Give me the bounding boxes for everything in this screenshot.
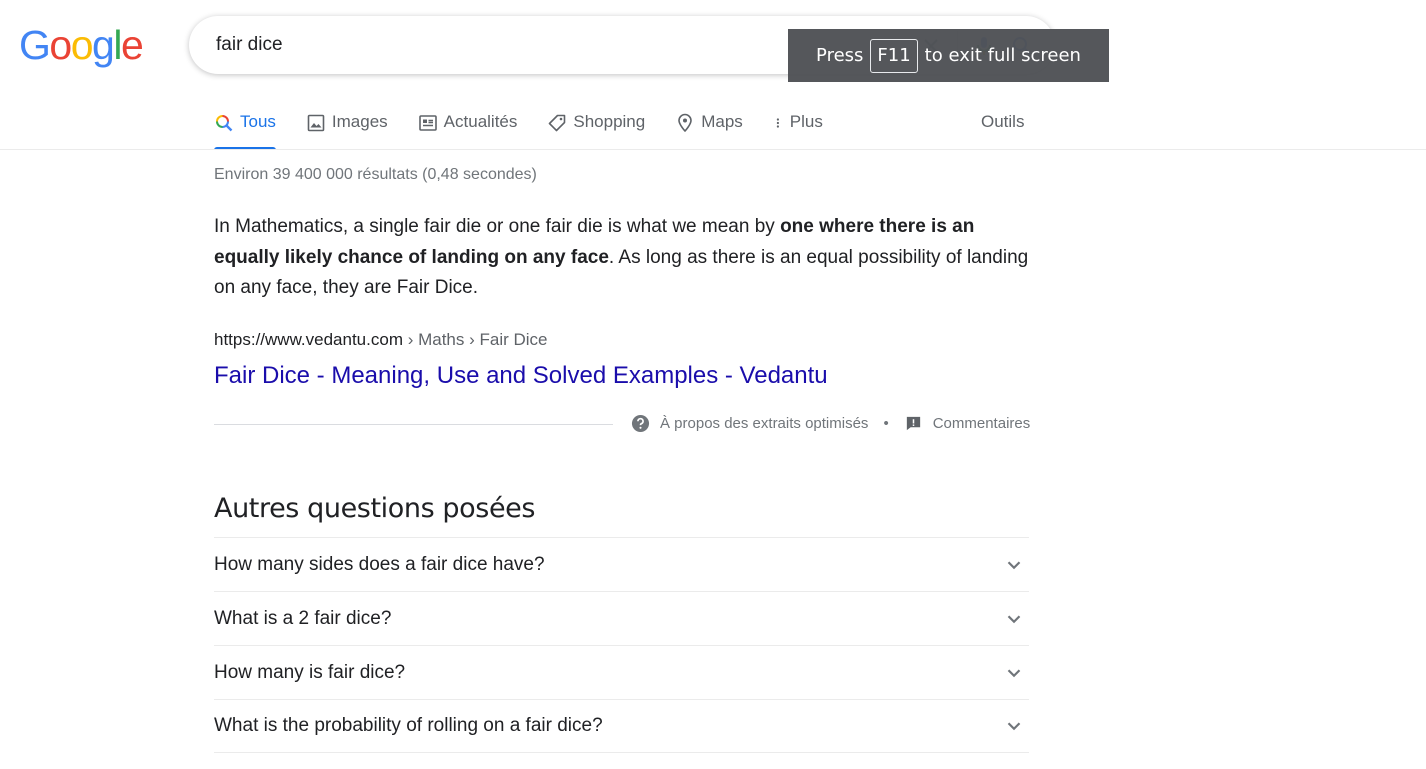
chevron-down-icon: [1007, 668, 1021, 677]
paa-question-text: What is a 2 fair dice?: [214, 607, 392, 629]
logo-letter: o: [70, 22, 94, 68]
featured-snippet-text: In Mathematics, a single fair die or one…: [214, 212, 1029, 304]
fullscreen-notice: Press F11 to exit full screen: [788, 29, 1109, 82]
tab-images[interactable]: Images: [306, 100, 388, 150]
result-citation[interactable]: https://www.vedantu.com › Maths › Fair D…: [214, 330, 548, 350]
help-icon: [631, 414, 650, 433]
tab-more[interactable]: Plus: [773, 100, 823, 150]
tab-label: Images: [331, 112, 388, 131]
feedback-separator: •: [883, 415, 889, 432]
snippet-text: In Mathematics, a single fair die or one…: [214, 216, 781, 237]
chevron-down-icon: [1007, 722, 1021, 731]
paa-question-text: How many sides does a fair dice have?: [214, 553, 545, 575]
fullscreen-key: F11: [870, 38, 918, 73]
news-icon: [418, 115, 437, 131]
logo-letter: g: [92, 22, 115, 68]
paa-heading: Autres questions posées: [214, 493, 536, 524]
tab-label: Tous: [240, 112, 276, 131]
header-divider: [0, 149, 1426, 150]
paa-list: How many sides does a fair dice have? Wh…: [214, 537, 1029, 753]
tab-label: Maps: [701, 112, 743, 131]
paa-question[interactable]: How many is fair dice?: [214, 645, 1029, 699]
paa-question[interactable]: How many sides does a fair dice have?: [214, 537, 1029, 591]
result-stats: Environ 39 400 000 résultats (0,48 secon…: [214, 166, 537, 183]
tools-button[interactable]: Outils: [981, 112, 1024, 132]
image-icon: [307, 114, 325, 132]
logo-letter: l: [113, 22, 122, 68]
tab-news[interactable]: Actualités: [418, 100, 518, 150]
map-pin-icon: [678, 113, 693, 133]
logo-letter: o: [49, 22, 72, 68]
feedback-link[interactable]: Commentaires: [933, 415, 1031, 432]
google-logo[interactable]: Google: [19, 22, 144, 68]
paa-question[interactable]: What is the probability of rolling on a …: [214, 699, 1029, 753]
logo-letter: G: [19, 22, 51, 68]
about-snippets-link[interactable]: À propos des extraits optimisés: [660, 415, 868, 432]
more-vert-icon: [776, 118, 779, 128]
fullscreen-suffix-text: to exit full screen: [924, 45, 1081, 66]
paa-question[interactable]: What is a 2 fair dice?: [214, 591, 1029, 645]
tab-maps[interactable]: Maps: [675, 100, 743, 150]
feedback-icon: [906, 416, 920, 431]
result-title-link[interactable]: Fair Dice - Meaning, Use and Solved Exam…: [214, 362, 828, 390]
tag-icon: [549, 114, 566, 132]
snippet-feedback-bar: À propos des extraits optimisés • Commen…: [631, 414, 1030, 433]
result-url: https://www.vedantu.com: [214, 330, 403, 349]
search-icon: [216, 115, 233, 132]
search-input[interactable]: [216, 17, 776, 73]
snippet-divider: [214, 424, 613, 425]
fullscreen-press-text: Press: [816, 45, 864, 66]
chevron-down-icon: [1007, 614, 1021, 623]
tab-all[interactable]: Tous: [214, 100, 276, 150]
tab-label: Plus: [789, 112, 823, 131]
search-tabs: Tous Images Actualités Shopping Maps Plu…: [214, 100, 823, 150]
paa-question-text: What is the probability of rolling on a …: [214, 715, 603, 736]
paa-question-text: How many is fair dice?: [214, 661, 406, 683]
result-breadcrumb: › Maths › Fair Dice: [402, 330, 548, 349]
logo-letter: e: [120, 22, 144, 68]
tab-shopping[interactable]: Shopping: [547, 100, 645, 150]
tab-label: Actualités: [443, 112, 518, 131]
chevron-down-icon: [1007, 560, 1021, 569]
tab-label: Shopping: [573, 112, 646, 131]
